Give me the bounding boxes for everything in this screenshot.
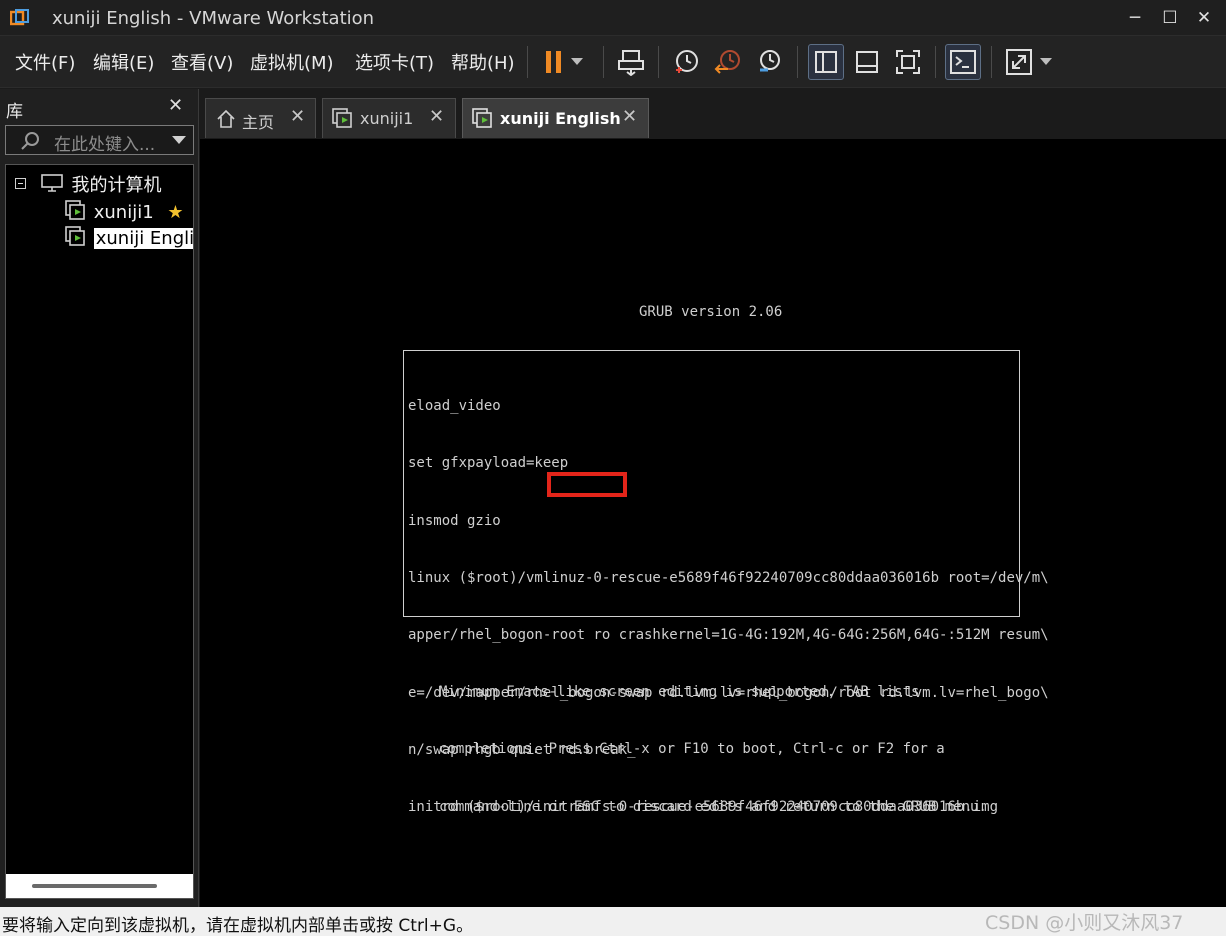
- tab-close-icon[interactable]: ✕: [429, 106, 444, 127]
- thumbnail-bar-button[interactable]: [849, 44, 885, 80]
- vm-icon: [472, 108, 492, 128]
- tab-xuniji1[interactable]: xuniji1 ✕: [322, 98, 456, 138]
- grub-line: apper/rhel_bogon-root ro crashkernel=1G-…: [408, 627, 1049, 644]
- tab-home[interactable]: 主页 ✕: [205, 98, 316, 138]
- horizontal-scrollbar[interactable]: [6, 874, 193, 898]
- library-tree: 我的计算机 xuniji1 ★ xuniji Englis: [5, 164, 194, 899]
- vm-icon: [65, 200, 85, 220]
- toolbar-separator: [991, 46, 992, 78]
- revert-snapshot-button[interactable]: [710, 44, 746, 80]
- toolbar-separator: [935, 46, 936, 78]
- menu-edit[interactable]: 编辑(E): [93, 49, 154, 75]
- computer-icon: [40, 174, 63, 192]
- toolbar-separator: [603, 46, 604, 78]
- pause-icon: [546, 51, 561, 73]
- vm-icon: [65, 226, 85, 246]
- menu-view[interactable]: 查看(V): [171, 49, 233, 75]
- library-panel: 库 ✕ 在此处键入... 我的计算机 xuniji1 ★ xuniji Engl…: [0, 89, 199, 907]
- library-title: 库: [6, 102, 23, 122]
- stretch-dropdown[interactable]: [1035, 44, 1057, 80]
- tab-label: 主页: [242, 113, 275, 132]
- chevron-down-icon: [571, 58, 583, 65]
- grub-edit-box[interactable]: eload_video set gfxpayload=keep insmod g…: [403, 350, 1049, 815]
- show-library-button[interactable]: [808, 44, 844, 80]
- scrollbar-thumb[interactable]: [32, 884, 157, 888]
- send-keys-icon: [618, 50, 644, 76]
- grub-line: insmod gzio: [408, 512, 501, 529]
- tab-xuniji-english[interactable]: xuniji English ✕: [462, 98, 649, 138]
- stretch-icon: [1006, 49, 1032, 75]
- menu-tabs[interactable]: 选项卡(T): [355, 49, 434, 75]
- tree-item-label: xuniji Englis: [93, 228, 193, 249]
- menu-file[interactable]: 文件(F): [15, 49, 75, 75]
- send-ctrl-alt-del-button[interactable]: [613, 44, 649, 80]
- tree-item-xuniji1[interactable]: xuniji1 ★: [64, 196, 184, 223]
- menu-vm[interactable]: 虚拟机(M): [250, 49, 334, 75]
- snapshot-manager-icon: [760, 50, 780, 72]
- toolbar-separator: [527, 46, 528, 78]
- library-close-button[interactable]: ✕: [168, 95, 183, 116]
- tab-bar: 主页 ✕ xuniji1 ✕ xuniji English ✕: [200, 89, 1226, 139]
- toolbar-separator: [658, 46, 659, 78]
- search-icon: [21, 132, 39, 150]
- tab-close-icon[interactable]: ✕: [290, 106, 305, 127]
- help-line: completions. Press Ctrl-x or F10 to boot…: [439, 741, 945, 758]
- grub-line: linux ($root)/vmlinuz-0-rescue-e5689f46f…: [408, 570, 1049, 587]
- tree-root-my-computer[interactable]: 我的计算机: [15, 171, 161, 197]
- pause-dropdown[interactable]: [566, 44, 588, 80]
- menu-bar: 文件(F) 编辑(E) 查看(V) 虚拟机(M) 选项卡(T) 帮助(H): [0, 36, 1226, 88]
- tree-item-label: xuniji1: [93, 202, 154, 223]
- status-message: 要将输入定向到该虚拟机，请在虚拟机内部单击或按 Ctrl+G。: [2, 916, 474, 936]
- tab-label: xuniji1: [360, 109, 414, 128]
- toolbar-separator: [797, 46, 798, 78]
- tab-label: xuniji English: [500, 109, 621, 128]
- home-icon: [217, 109, 235, 128]
- minimize-button[interactable]: ─: [1120, 5, 1150, 31]
- grub-version: GRUB version 2.06: [639, 304, 783, 320]
- revert-icon: [714, 50, 740, 74]
- tree-root-label: 我的计算机: [71, 175, 162, 196]
- title-bar: xuniji English - VMware Workstation ─ ☐ …: [0, 0, 1226, 36]
- library-search-input[interactable]: 在此处键入...: [5, 125, 194, 155]
- search-placeholder: 在此处键入...: [54, 135, 156, 155]
- fullscreen-icon: [896, 50, 920, 74]
- maximize-button[interactable]: ☐: [1155, 5, 1185, 31]
- help-line: command-line or ESC to discard edits and…: [439, 798, 987, 815]
- watermark: CSDN @小则又沐风37: [985, 912, 1184, 934]
- menu-help[interactable]: 帮助(H): [451, 49, 515, 75]
- stretch-guest-button[interactable]: [1001, 44, 1037, 80]
- tree-item-xuniji-english[interactable]: xuniji Englis: [64, 222, 193, 249]
- chevron-down-icon[interactable]: [172, 136, 186, 145]
- window-title: xuniji English - VMware Workstation: [52, 8, 375, 29]
- grub-help-text: Minimum Emacs-like screen editing is sup…: [439, 645, 987, 855]
- grub-line: set gfxpayload=keep: [408, 455, 569, 472]
- help-line: Minimum Emacs-like screen editing is sup…: [439, 684, 920, 701]
- library-icon: [815, 51, 837, 73]
- thumbnail-icon: [856, 51, 878, 73]
- console-icon: [950, 50, 976, 74]
- full-screen-button[interactable]: [890, 44, 926, 80]
- star-icon: ★: [167, 202, 184, 223]
- tab-close-icon[interactable]: ✕: [622, 106, 637, 127]
- console-view-button[interactable]: [945, 44, 981, 80]
- collapse-icon[interactable]: [15, 178, 26, 189]
- snapshot-manager-button[interactable]: [752, 44, 788, 80]
- snapshot-button[interactable]: [668, 44, 704, 80]
- chevron-down-icon: [1040, 58, 1052, 65]
- grub-line: eload_video: [408, 398, 501, 415]
- vm-console[interactable]: GRUB version 2.06 eload_video set gfxpay…: [200, 139, 1226, 907]
- vm-icon: [332, 108, 352, 128]
- vmware-icon: [10, 9, 29, 26]
- close-button[interactable]: ✕: [1189, 5, 1219, 31]
- status-bar: 要将输入定向到该虚拟机，请在虚拟机内部单击或按 Ctrl+G。 CSDN @小则…: [0, 907, 1226, 936]
- rd-break-highlight-box: [547, 472, 627, 497]
- snapshot-icon: [676, 50, 698, 73]
